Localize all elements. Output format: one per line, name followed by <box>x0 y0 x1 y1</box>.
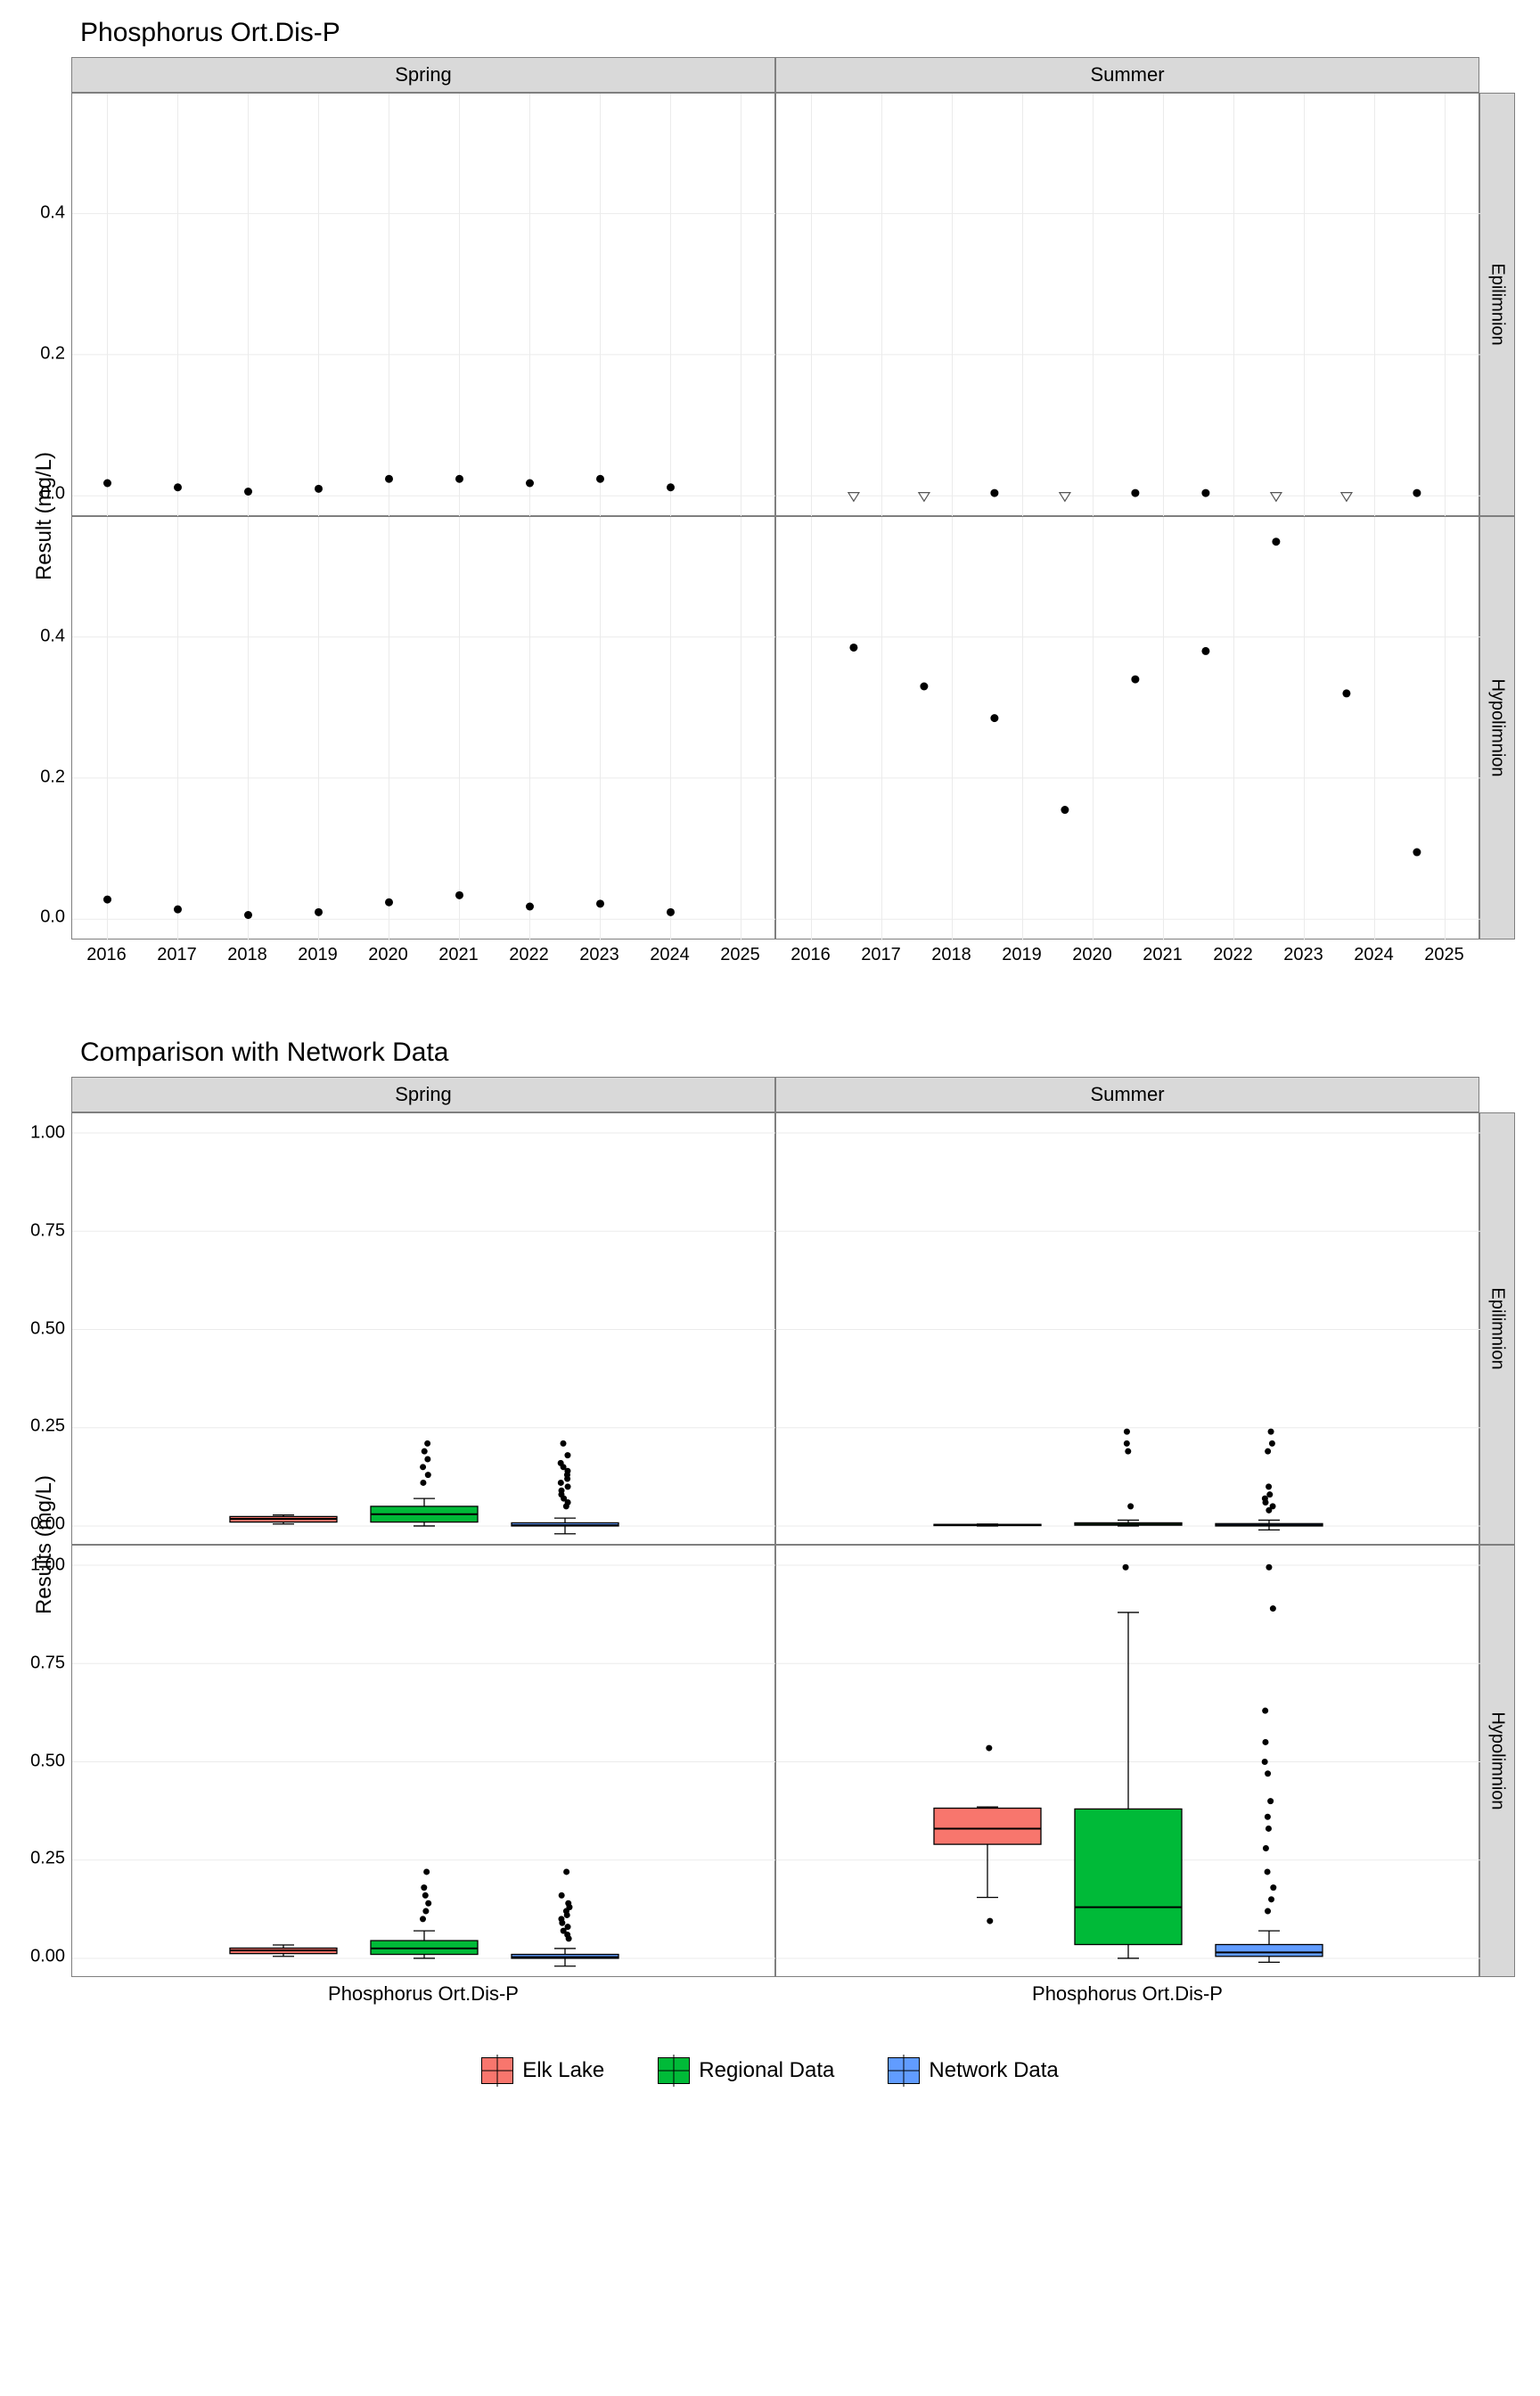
box-title: Comparison with Network Data <box>0 1020 1540 1077</box>
scatter-xticks-left: 2016201720182019202020212022202320242025 <box>71 940 775 975</box>
bpanel-summer-epi <box>775 1112 1479 1545</box>
brow-header-epi: Epilimnion <box>1479 1112 1515 1545</box>
col-header-summer: Summer <box>775 57 1479 93</box>
bcol-header-spring: Spring <box>71 1077 775 1112</box>
row-header-hypo: Hypolimnion <box>1479 516 1515 940</box>
legend-network: Network Data <box>888 2057 1058 2084</box>
legend-regional: Regional Data <box>658 2057 834 2084</box>
panel-spring-hypo: 0.00.20.4 <box>71 516 775 940</box>
box-xcat-left: Phosphorus Ort.Dis-P <box>71 1977 775 2022</box>
bcol-header-summer: Summer <box>775 1077 1479 1112</box>
bpanel-spring-hypo: 0.000.250.500.751.00 <box>71 1545 775 1977</box>
box-xcat-right: Phosphorus Ort.Dis-P <box>775 1977 1479 2022</box>
panel-summer-hypo <box>775 516 1479 940</box>
box-chart: Comparison with Network Data Results (mg… <box>0 1020 1540 2022</box>
legend: Elk Lake Regional Data Network Data <box>0 2022 1540 2111</box>
bpanel-spring-epi: 0.000.250.500.751.00 <box>71 1112 775 1545</box>
panel-spring-epi: 0.00.20.4 <box>71 93 775 516</box>
scatter-xticks-right: 2016201720182019202020212022202320242025 <box>775 940 1479 975</box>
row-header-epi: Epilimnion <box>1479 93 1515 516</box>
scatter-chart: Phosphorus Ort.Dis-P Result (mg/L) Sprin… <box>0 0 1540 975</box>
scatter-title: Phosphorus Ort.Dis-P <box>0 0 1540 57</box>
panel-summer-epi <box>775 93 1479 516</box>
brow-header-hypo: Hypolimnion <box>1479 1545 1515 1977</box>
col-header-spring: Spring <box>71 57 775 93</box>
bpanel-summer-hypo <box>775 1545 1479 1977</box>
legend-elk: Elk Lake <box>481 2057 604 2084</box>
